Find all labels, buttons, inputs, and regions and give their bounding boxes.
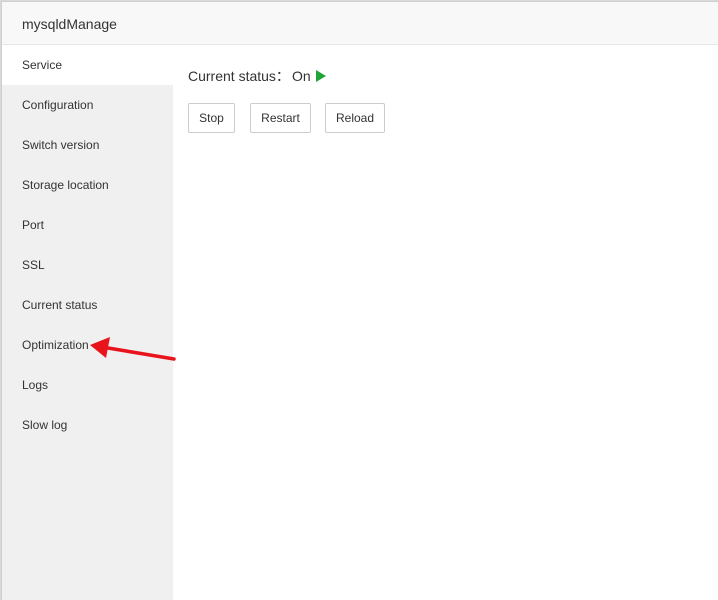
sidebar-item-storage-location[interactable]: Storage location xyxy=(2,165,173,205)
reload-button[interactable]: Reload xyxy=(325,103,385,133)
sidebar: Service Configuration Switch version Sto… xyxy=(2,45,173,600)
service-panel: Current status： On Stop Restart Reload xyxy=(173,45,718,600)
annotation-arrow-icon xyxy=(90,337,176,361)
sidebar-item-ssl[interactable]: SSL xyxy=(2,245,173,285)
sidebar-item-service[interactable]: Service xyxy=(2,45,173,85)
service-status-row: Current status： On xyxy=(188,66,326,86)
sidebar-item-slow-log[interactable]: Slow log xyxy=(2,405,173,445)
sidebar-item-current-status[interactable]: Current status xyxy=(2,285,173,325)
mysqld-manage-window: mysqldManage Service Configuration Switc… xyxy=(1,1,718,600)
sidebar-item-port[interactable]: Port xyxy=(2,205,173,245)
sidebar-item-switch-version[interactable]: Switch version xyxy=(2,125,173,165)
sidebar-item-configuration[interactable]: Configuration xyxy=(2,85,173,125)
window-titlebar: mysqldManage xyxy=(2,2,718,45)
restart-button[interactable]: Restart xyxy=(250,103,311,133)
status-label: Current status： xyxy=(188,68,290,84)
window-title: mysqldManage xyxy=(22,16,117,32)
play-icon xyxy=(315,70,326,82)
sidebar-item-logs[interactable]: Logs xyxy=(2,365,173,405)
stop-button[interactable]: Stop xyxy=(188,103,235,133)
status-value: On xyxy=(291,68,311,84)
